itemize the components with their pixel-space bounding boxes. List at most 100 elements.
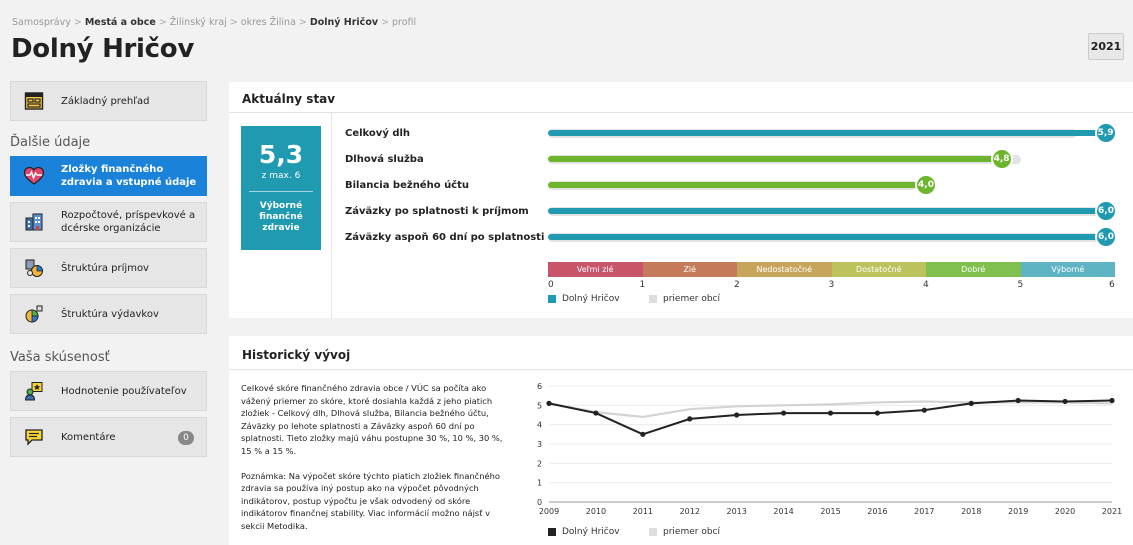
- score-box: 5,3 z max. 6 Výborné finančné zdravie: [241, 126, 321, 250]
- current-state-title: Aktuálny stav: [242, 92, 336, 106]
- data-point: [921, 407, 927, 413]
- score-label: Výborné finančné zdravie: [259, 201, 303, 233]
- breadcrumb-item[interactable]: Dolný Hričov: [310, 17, 378, 28]
- history-paragraph: Celkové skóre finančného zdravia obce / …: [241, 383, 503, 456]
- value-bar: [548, 234, 1115, 240]
- y-tick-label: 2: [537, 459, 542, 468]
- legend-swatch: [649, 528, 657, 536]
- chart-legend-average: priemer obcí: [649, 527, 720, 537]
- history-note: Poznámka: Na výpočet skóre týchto piatic…: [241, 470, 500, 531]
- scale-tick: 5: [1017, 280, 1024, 290]
- history-description: Celkové skóre finančného zdravia obce / …: [241, 382, 513, 545]
- scale-segment: Výborné: [1020, 262, 1115, 277]
- y-tick-label: 3: [537, 440, 542, 449]
- value-badge: 6,0: [1095, 226, 1117, 248]
- scale-tick: 6: [1109, 280, 1115, 290]
- row-label: Dlhová služba: [345, 154, 424, 165]
- value-bar: [548, 130, 1106, 136]
- scale-tick: 2: [734, 280, 740, 290]
- section-heading-experience: Vaša skúsenosť: [10, 350, 110, 365]
- legend-town: Dolný Hričov: [548, 294, 620, 304]
- sidebar-item-health-components[interactable]: Zložky finančného zdravia a vstupné údaj…: [10, 156, 207, 196]
- sidebar-item-label: Zložky finančného zdravia a vstupné údaj…: [61, 164, 197, 188]
- expense-structure-icon: [23, 303, 45, 325]
- sidebar-item-label: Komentáre: [61, 431, 116, 443]
- data-point: [546, 400, 552, 406]
- sidebar-item-label: Štruktúra príjmov: [61, 262, 149, 274]
- scale-tick: 1: [639, 280, 646, 290]
- current-state-panel: Aktuálny stav 5,3 z max. 6 Výborné finan…: [229, 82, 1133, 319]
- scale-segment: Zlé: [642, 262, 737, 277]
- year-selector-button[interactable]: 2021: [1088, 33, 1124, 60]
- scale-segment: Veľmi zlé: [548, 262, 643, 277]
- sidebar-item-label: Hodnotenie používateľov: [61, 385, 187, 397]
- x-tick-label: 2021: [1102, 507, 1122, 516]
- comments-count-badge: 0: [178, 431, 194, 445]
- row-label: Celkový dlh: [345, 128, 411, 139]
- value-badge: 5,9: [1094, 122, 1117, 144]
- breadcrumb-item[interactable]: Samosprávy: [12, 17, 71, 28]
- history-line-chart: 0 1 2 3 4 5 6 2009 2010 2011 2012 2013 2014 2015 2016 2…: [537, 382, 1122, 516]
- data-point: [593, 410, 599, 416]
- value-bar: [548, 208, 1115, 214]
- x-tick-label: 2019: [1008, 507, 1028, 516]
- scale-tick: 4: [923, 280, 929, 290]
- score-max: z max. 6: [261, 171, 301, 181]
- buildings-icon: [23, 211, 45, 233]
- data-point: [1109, 397, 1115, 404]
- scale-tick: 0: [548, 280, 554, 290]
- scale-tick: 3: [828, 280, 835, 290]
- breadcrumb: Samosprávy > Mestá a obce > Žilinský kraj > ok…: [12, 17, 417, 28]
- x-tick-label: 2020: [1055, 507, 1075, 516]
- sidebar-item-overview[interactable]: Základný prehľad: [10, 81, 207, 121]
- value-badge: 4,0: [915, 174, 937, 196]
- x-tick-label: 2009: [539, 507, 559, 516]
- value-bar: [548, 156, 1002, 162]
- data-point: [968, 400, 974, 406]
- row-label: Bilancia bežného účtu: [345, 180, 470, 191]
- breadcrumb-item[interactable]: okres Žilina: [241, 17, 296, 28]
- sidebar-item-comments[interactable]: Komentáre 0: [10, 417, 207, 457]
- value-bar: [548, 182, 926, 188]
- sidebar-item-expense-structure[interactable]: Štruktúra výdavkov: [10, 294, 207, 334]
- scale-segment: Dostatočné: [831, 262, 926, 277]
- sidebar-item-organizations[interactable]: Rozpočtové, príspevkové a dcérske organi…: [10, 202, 207, 242]
- breadcrumb-item[interactable]: Žilinský kraj: [170, 17, 227, 28]
- income-structure-icon: [23, 257, 45, 279]
- data-point: [734, 412, 740, 418]
- comment-icon: [23, 426, 45, 448]
- sidebar-item-income-structure[interactable]: Štruktúra príjmov: [10, 248, 207, 288]
- sidebar-item-user-rating[interactable]: Hodnotenie používateľov: [10, 371, 207, 411]
- legend-swatch: [548, 528, 556, 536]
- chart-legend-town: Dolný Hričov: [548, 527, 620, 537]
- row-label: Záväzky po splatnosti k príjmom: [345, 206, 529, 217]
- x-tick-label: 2015: [820, 507, 840, 516]
- sidebar-item-label: Základný prehľad: [61, 95, 150, 107]
- sidebar-item-label: Rozpočtové, príspevkové a dcérske organi…: [61, 210, 196, 234]
- y-tick-label: 5: [537, 401, 542, 410]
- x-tick-label: 2012: [680, 507, 700, 516]
- scale-segment: Nedostatočné: [737, 262, 832, 277]
- y-tick-label: 4: [537, 421, 542, 430]
- page-title: Dolný Hričov: [11, 34, 194, 64]
- data-point: [1015, 397, 1021, 404]
- score-value: 5,3: [258, 140, 304, 169]
- x-tick-label: 2010: [586, 507, 606, 516]
- legend-swatch: [548, 295, 556, 303]
- rating-icon: [23, 380, 45, 402]
- y-tick-label: 6: [537, 382, 542, 391]
- data-point: [827, 410, 834, 416]
- data-point: [780, 410, 787, 416]
- breadcrumb-item[interactable]: Mestá a obce: [85, 17, 156, 28]
- row-label: Záväzky aspoň 60 dní po splatnosti: [345, 232, 545, 243]
- sidebar: Základný prehľad Ďalšie údaje Zložky fin…: [10, 81, 207, 457]
- x-tick-label: 2018: [961, 507, 981, 516]
- y-tick-label: 1: [537, 479, 542, 488]
- value-badge: 6,0: [1095, 200, 1117, 222]
- x-tick-label: 2017: [914, 507, 934, 516]
- section-heading-more-data: Ďalšie údaje: [10, 135, 91, 150]
- dashboard-icon: [23, 90, 45, 112]
- x-tick-label: 2016: [867, 507, 887, 516]
- legend-average: priemer obcí: [649, 294, 720, 304]
- data-point: [874, 410, 881, 416]
